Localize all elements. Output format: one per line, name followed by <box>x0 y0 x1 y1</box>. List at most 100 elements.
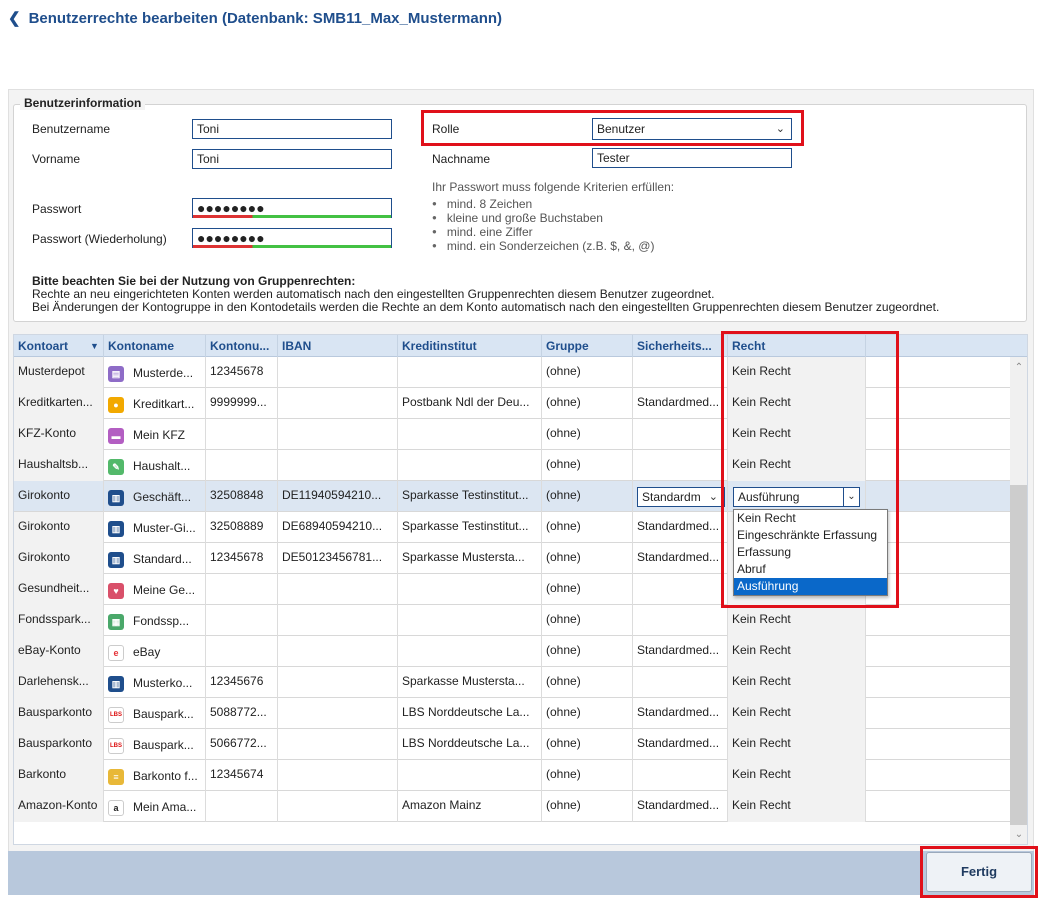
cell-sicherheit: Standardmed... <box>633 388 728 419</box>
sicherheit-value: Standardm <box>642 490 701 504</box>
kontoname-text: Haushalt... <box>133 458 191 473</box>
column-header-sicherheit[interactable]: Sicherheits... <box>633 335 728 357</box>
car-icon: ▬ <box>108 428 124 444</box>
kontoname-text: Standard... <box>133 551 192 566</box>
cell-recht: Kein Recht <box>728 667 866 698</box>
kontoname-text: Muster-Gi... <box>133 520 196 535</box>
cell-institut <box>398 636 542 667</box>
cell-kontoart: Girokonto <box>14 481 104 512</box>
cell-kontoart: eBay-Konto <box>14 636 104 667</box>
column-header-kontoname[interactable]: Kontoname <box>104 335 206 357</box>
cell-gruppe: (ohne) <box>542 729 633 760</box>
table-row[interactable]: Barkonto ≡ Barkonto f... 12345674 (ohne) Kein… <box>14 760 1010 791</box>
cell-gruppe: (ohne) <box>542 698 633 729</box>
cell-kontoart: Girokonto <box>14 512 104 543</box>
cell-kontoart: Musterdepot <box>14 357 104 388</box>
heart-icon: ♥ <box>108 583 124 599</box>
cell-gruppe: (ohne) <box>542 481 633 512</box>
cell-recht: Kein Recht <box>728 698 866 729</box>
column-header-kontonummer[interactable]: Kontonu... <box>206 335 278 357</box>
lbs-icon: LBS <box>108 738 124 754</box>
cell-nummer: 12345678 <box>206 543 278 574</box>
triangle-down-icon[interactable]: ▼ <box>90 335 99 357</box>
sicherheit-select[interactable]: Standardm ⌄ <box>637 487 725 507</box>
cell-nummer <box>206 574 278 605</box>
cell-kontoart: Bausparkonto <box>14 729 104 760</box>
password-strength-bar <box>193 215 391 218</box>
chevron-left-icon[interactable]: ❮ <box>8 9 21 27</box>
fertig-highlight-box <box>920 846 1038 898</box>
cell-iban <box>278 574 398 605</box>
cell-kontoname: ▬ Mein KFZ <box>104 419 206 450</box>
table-row[interactable]: Fondsspark... ▦ Fondssp... (ohne) Kein Recht <box>14 605 1010 636</box>
password-criteria-intro: Ihr Passwort muss folgende Kriterien erf… <box>432 180 675 194</box>
scrollbar-thumb[interactable] <box>1010 485 1027 825</box>
table-row[interactable]: eBay-Konto e eBay (ohne) Standardmed... Kein … <box>14 636 1010 667</box>
cell-nummer: 9999999... <box>206 388 278 419</box>
scroll-up-icon[interactable]: ⌃ <box>1010 359 1027 377</box>
cell-sicherheit <box>633 419 728 450</box>
username-label: Benutzername <box>32 122 111 136</box>
table-row[interactable]: Darlehensk... ▥ Musterko... 12345676 Sparkas… <box>14 667 1010 698</box>
table-row[interactable]: Bausparkonto LBS Bauspark... 5088772... LBS … <box>14 698 1010 729</box>
cell-recht: Kein Recht <box>728 636 866 667</box>
bank-icon: ▥ <box>108 552 124 568</box>
cell-sicherheit: Standardmed... <box>633 729 728 760</box>
kontoname-text: Mein KFZ <box>133 427 186 442</box>
firstname-input[interactable]: Toni <box>192 149 392 169</box>
bank-icon: ▥ <box>108 490 124 506</box>
lastname-input[interactable]: Tester <box>592 148 792 168</box>
lastname-label: Nachname <box>432 152 491 166</box>
cell-kontoname: LBS Bauspark... <box>104 729 206 760</box>
dropdown-option-selected[interactable]: Ausführung <box>734 578 887 595</box>
cell-nummer <box>206 605 278 636</box>
kontoname-text: Bauspark... <box>133 737 194 752</box>
chevron-down-icon: ⌄ <box>708 491 718 503</box>
cell-kontoart: Amazon-Konto <box>14 791 104 822</box>
cell-sicherheit <box>633 357 728 388</box>
cell-sicherheit <box>633 667 728 698</box>
password-repeat-strength-bar <box>193 245 391 248</box>
kontoname-text: Bauspark... <box>133 706 194 721</box>
dropdown-option[interactable]: Eingeschränkte Erfassung <box>734 527 887 544</box>
cell-institut <box>398 450 542 481</box>
scroll-down-icon[interactable]: ⌄ <box>1010 826 1027 844</box>
mastercard-icon: ● <box>108 397 124 413</box>
cell-kontoname: ▥ Muster-Gi... <box>104 512 206 543</box>
cell-kontoname: ▥ Musterko... <box>104 667 206 698</box>
cell-institut: Amazon Mainz <box>398 791 542 822</box>
cell-gruppe: (ohne) <box>542 512 633 543</box>
dropdown-option[interactable]: Abruf <box>734 561 887 578</box>
cell-nummer: 32508889 <box>206 512 278 543</box>
bank-icon: ▥ <box>108 521 124 537</box>
cell-iban <box>278 419 398 450</box>
cell-iban <box>278 667 398 698</box>
cell-kontoart: Fondsspark... <box>14 605 104 636</box>
cell-iban <box>278 605 398 636</box>
cell-kontoname: ≡ Barkonto f... <box>104 760 206 791</box>
cell-kontoname: ▦ Fondssp... <box>104 605 206 636</box>
kontoname-text: Fondssp... <box>133 613 190 628</box>
cell-nummer: 12345678 <box>206 357 278 388</box>
cell-nummer <box>206 791 278 822</box>
table-row[interactable]: Amazon-Konto a Mein Ama... Amazon Mainz (ohn… <box>14 791 1010 822</box>
cell-institut: Sparkasse Testinstitut... <box>398 512 542 543</box>
table-row[interactable]: Bausparkonto LBS Bauspark... 5066772... LBS … <box>14 729 1010 760</box>
cell-iban <box>278 760 398 791</box>
role-highlight-box <box>421 110 804 146</box>
cell-iban: DE50123456781... <box>278 543 398 574</box>
cell-nummer: 32508848 <box>206 481 278 512</box>
column-header-iban[interactable]: IBAN <box>278 335 398 357</box>
cell-gruppe: (ohne) <box>542 791 633 822</box>
cell-iban <box>278 636 398 667</box>
page-title: Benutzerrechte bearbeiten (Datenbank: SM… <box>28 9 503 27</box>
cell-nummer <box>206 636 278 667</box>
column-header-gruppe[interactable]: Gruppe <box>542 335 633 357</box>
cell-gruppe: (ohne) <box>542 760 633 791</box>
column-header-kreditinstitut[interactable]: Kreditinstitut <box>398 335 542 357</box>
dropdown-option[interactable]: Erfassung <box>734 544 887 561</box>
username-input[interactable]: Toni <box>192 119 392 139</box>
household-icon: ✎ <box>108 459 124 475</box>
cell-institut: LBS Norddeutsche La... <box>398 729 542 760</box>
dropdown-option[interactable]: Kein Recht <box>734 510 887 527</box>
